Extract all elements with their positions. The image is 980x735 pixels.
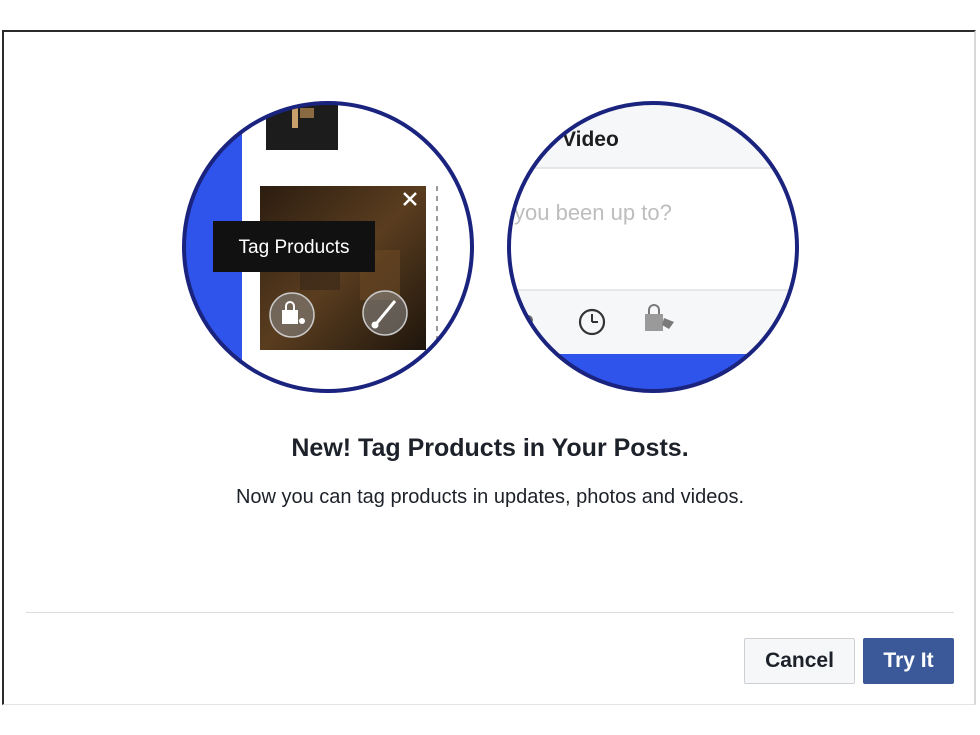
illustration-graphic: Tag Products Video you been up to? <box>182 101 799 393</box>
video-tab[interactable]: Video <box>562 128 619 151</box>
composer-placeholder[interactable]: you been up to? <box>514 200 672 225</box>
dialog-title: New! Tag Products in Your Posts. <box>291 434 689 462</box>
tooltip-label: Tag Products <box>239 237 350 258</box>
blue-footer <box>509 354 797 391</box>
paintbrush-icon[interactable] <box>362 290 408 336</box>
tag-products-tooltip: Tag Products <box>213 221 375 272</box>
cancel-button[interactable]: Cancel <box>744 638 855 684</box>
try-it-button[interactable]: Try It <box>863 638 954 684</box>
feature-illustration: Tag Products Video you been up to? <box>0 0 980 420</box>
footer-divider <box>26 612 954 613</box>
dialog-description: Now you can tag products in updates, pho… <box>235 486 745 508</box>
shopping-bag-icon[interactable] <box>269 292 315 338</box>
